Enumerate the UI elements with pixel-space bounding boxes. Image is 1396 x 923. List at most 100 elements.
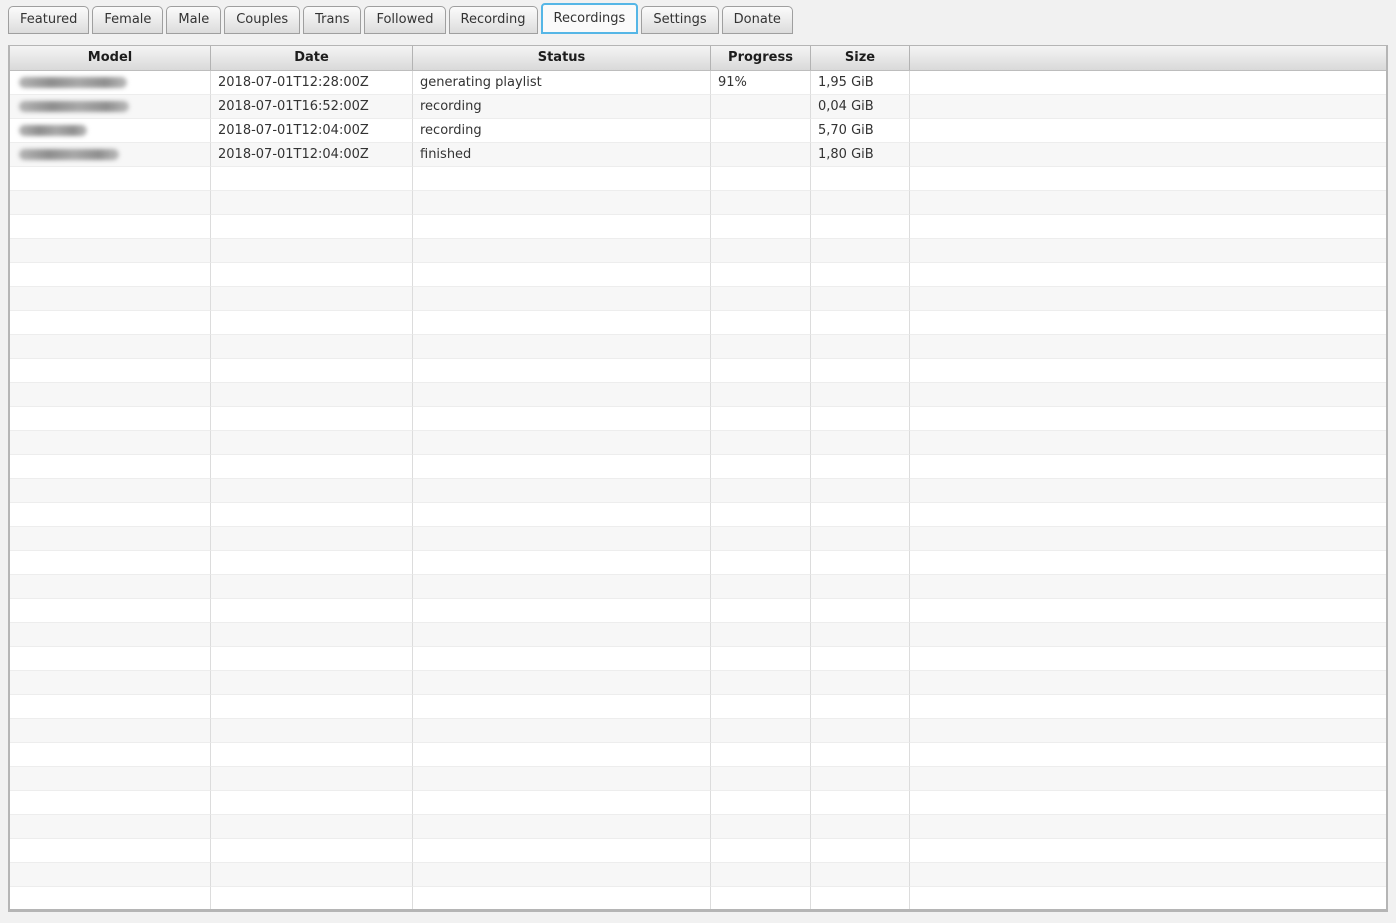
redacted-model-name <box>19 125 87 136</box>
cell-filler <box>910 263 1386 287</box>
table-row[interactable]: 2018-07-01T12:04:00Zfinished1,80 GiB <box>10 143 1386 167</box>
table-body: 2018-07-01T12:28:00Zgenerating playlist9… <box>10 71 1386 911</box>
cell-status <box>413 455 711 479</box>
cell-status <box>413 839 711 863</box>
cell-date <box>211 431 413 455</box>
table-row-empty <box>10 647 1386 671</box>
cell-status <box>413 263 711 287</box>
table-row[interactable]: 2018-07-01T12:04:00Zrecording5,70 GiB <box>10 119 1386 143</box>
tab-male[interactable]: Male <box>166 6 221 34</box>
cell-size <box>811 167 910 191</box>
cell-date <box>211 215 413 239</box>
cell-status <box>413 671 711 695</box>
cell-progress <box>711 575 811 599</box>
cell-model <box>10 671 211 695</box>
cell-progress <box>711 479 811 503</box>
cell-size <box>811 743 910 767</box>
cell-date <box>211 359 413 383</box>
cell-date <box>211 647 413 671</box>
cell-progress <box>711 95 811 119</box>
column-header-size[interactable]: Size <box>811 46 910 70</box>
cell-progress <box>711 191 811 215</box>
cell-model <box>10 287 211 311</box>
table-row[interactable]: 2018-07-01T16:52:00Zrecording0,04 GiB <box>10 95 1386 119</box>
tab-featured[interactable]: Featured <box>8 6 89 34</box>
cell-filler <box>910 791 1386 815</box>
cell-date <box>211 551 413 575</box>
tab-settings[interactable]: Settings <box>641 6 718 34</box>
cell-date <box>211 623 413 647</box>
cell-date <box>211 191 413 215</box>
table-row-empty <box>10 575 1386 599</box>
redacted-model-name <box>19 77 127 88</box>
cell-progress <box>711 527 811 551</box>
table-row-empty <box>10 479 1386 503</box>
cell-status <box>413 743 711 767</box>
column-header-status[interactable]: Status <box>413 46 711 70</box>
table-row-empty <box>10 455 1386 479</box>
cell-size: 0,04 GiB <box>811 95 910 119</box>
tab-female[interactable]: Female <box>92 6 163 34</box>
table-row-empty <box>10 695 1386 719</box>
cell-status <box>413 527 711 551</box>
cell-date <box>211 527 413 551</box>
table-row-empty <box>10 239 1386 263</box>
column-header-date[interactable]: Date <box>211 46 413 70</box>
cell-filler <box>910 359 1386 383</box>
cell-filler <box>910 407 1386 431</box>
cell-model <box>10 575 211 599</box>
table-row-empty <box>10 335 1386 359</box>
column-header-progress[interactable]: Progress <box>711 46 811 70</box>
tab-donate[interactable]: Donate <box>722 6 793 34</box>
table-row-empty <box>10 767 1386 791</box>
cell-progress <box>711 407 811 431</box>
cell-date <box>211 839 413 863</box>
cell-date <box>211 167 413 191</box>
cell-date <box>211 455 413 479</box>
cell-date <box>211 743 413 767</box>
cell-size <box>811 455 910 479</box>
cell-filler <box>910 95 1386 119</box>
cell-date: 2018-07-01T12:28:00Z <box>211 71 413 95</box>
cell-model <box>10 311 211 335</box>
cell-filler <box>910 167 1386 191</box>
cell-status <box>413 503 711 527</box>
column-header-model[interactable]: Model <box>10 46 211 70</box>
cell-filler <box>910 647 1386 671</box>
tab-trans[interactable]: Trans <box>303 6 361 34</box>
cell-date <box>211 263 413 287</box>
cell-filler <box>910 143 1386 167</box>
cell-date <box>211 671 413 695</box>
cell-size <box>811 263 910 287</box>
cell-date: 2018-07-01T12:04:00Z <box>211 143 413 167</box>
table-row-empty <box>10 791 1386 815</box>
table-row-empty <box>10 503 1386 527</box>
cell-model <box>10 167 211 191</box>
cell-status <box>413 479 711 503</box>
tab-couples[interactable]: Couples <box>224 6 300 34</box>
cell-date: 2018-07-01T16:52:00Z <box>211 95 413 119</box>
cell-status: recording <box>413 119 711 143</box>
cell-model <box>10 599 211 623</box>
cell-date <box>211 503 413 527</box>
cell-progress <box>711 503 811 527</box>
table-row-empty <box>10 287 1386 311</box>
cell-progress <box>711 695 811 719</box>
cell-date <box>211 287 413 311</box>
table-row[interactable]: 2018-07-01T12:28:00Zgenerating playlist9… <box>10 71 1386 95</box>
table-row-empty <box>10 527 1386 551</box>
cell-size <box>811 599 910 623</box>
cell-progress <box>711 335 811 359</box>
table-row-empty <box>10 719 1386 743</box>
cell-model <box>10 143 211 167</box>
tab-recordings[interactable]: Recordings <box>541 3 639 34</box>
cell-model <box>10 239 211 263</box>
cell-status <box>413 887 711 911</box>
tab-recording[interactable]: Recording <box>449 6 538 34</box>
tab-followed[interactable]: Followed <box>364 6 445 34</box>
cell-model <box>10 863 211 887</box>
cell-size <box>811 815 910 839</box>
table-row-empty <box>10 623 1386 647</box>
cell-date <box>211 791 413 815</box>
table-row-empty <box>10 215 1386 239</box>
